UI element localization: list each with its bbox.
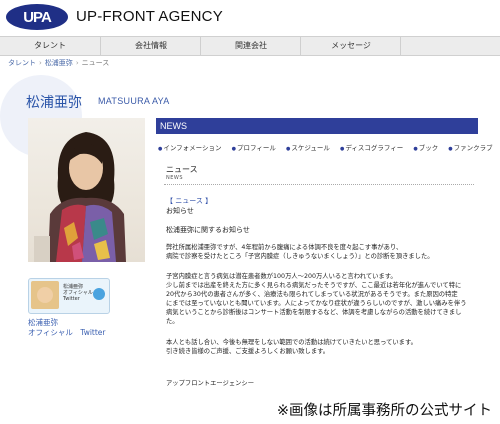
artist-photo bbox=[28, 118, 145, 262]
triangle-bullet-icon: ● bbox=[285, 146, 291, 152]
article-paragraph-2: 子宮内膜症と言う病気は潜在患者数が100万人〜200万人いると言われています。 … bbox=[166, 273, 467, 325]
nav-item-message[interactable]: メッセージ bbox=[300, 37, 401, 55]
triangle-bullet-icon: ● bbox=[339, 146, 345, 152]
artist-photo-illustration bbox=[34, 132, 126, 262]
artist-name-jp: 松浦亜弥 bbox=[26, 95, 82, 111]
article-paragraph-1: 弊社所属松浦亜弥ですが、4年程前から腹痛による体調不良を度々起こす事があり、 病… bbox=[166, 244, 434, 260]
breadcrumb-separator: › bbox=[39, 59, 42, 67]
breadcrumb: タレント › 松浦亜弥 › ニュース bbox=[8, 58, 109, 68]
nav-item-affiliates[interactable]: 関連会社 bbox=[200, 37, 301, 55]
twitter-banner[interactable]: 松浦亜弥 オフィシャル Twitter bbox=[28, 278, 110, 314]
triangle-bullet-icon: ● bbox=[448, 146, 453, 152]
nav-item-blank bbox=[400, 37, 500, 55]
subnav-item-information[interactable]: ●インフォメーション bbox=[158, 144, 226, 152]
subnav-item-book[interactable]: ●ブック bbox=[413, 144, 442, 152]
nav-item-talent[interactable]: タレント bbox=[0, 37, 100, 55]
avatar bbox=[37, 287, 53, 303]
article-signature: アップフロントエージェンシー bbox=[166, 380, 255, 387]
breadcrumb-talent[interactable]: タレント bbox=[8, 59, 36, 67]
subnav-item-fanclub[interactable]: ●ファンクラブ bbox=[448, 144, 496, 152]
subnav-item-discography[interactable]: ●ディスコグラフィー bbox=[340, 144, 407, 152]
triangle-bullet-icon: ● bbox=[158, 146, 163, 152]
subnav-item-profile[interactable]: ●プロフィール bbox=[232, 144, 280, 152]
section-subtitle: NEWS bbox=[166, 175, 184, 181]
news-header-bar: NEWS bbox=[156, 118, 478, 134]
section-title: ニュース bbox=[166, 165, 198, 174]
article-category-tag: 【 ニュース 】 bbox=[166, 197, 213, 205]
breadcrumb-artist[interactable]: 松浦亜弥 bbox=[45, 59, 73, 67]
divider bbox=[164, 184, 474, 185]
brand-name[interactable]: UP-FRONT AGENCY bbox=[76, 8, 223, 25]
artist-subnav: ●インフォメーション ●プロフィール ●スケジュール ●ディスコグラフィー ●ブ… bbox=[158, 142, 493, 152]
article-headline: お知らせ bbox=[166, 207, 194, 215]
brand-logo[interactable]: UPA bbox=[6, 4, 68, 30]
breadcrumb-separator: › bbox=[75, 59, 79, 67]
nav-item-company[interactable]: 会社情報 bbox=[100, 37, 201, 55]
site-header: UPA UP-FRONT AGENCY bbox=[0, 0, 500, 36]
article-paragraph-3: 本人とも話し合い、今後も無理をしない範囲での活動は続けていきたいと思っています。… bbox=[166, 339, 417, 355]
triangle-bullet-icon: ● bbox=[413, 146, 418, 152]
triangle-bullet-icon: ● bbox=[231, 146, 237, 152]
twitter-link[interactable]: 松浦亜弥 オフィシャル Twitter bbox=[28, 318, 106, 338]
artist-name-en: MATSUURA AYA bbox=[98, 96, 170, 106]
article-lead: 松浦亜弥に関するお知らせ bbox=[166, 226, 250, 234]
twitter-bird-icon bbox=[93, 288, 105, 300]
image-credit-caption: ※画像は所属事務所の公式サイト bbox=[274, 399, 494, 420]
main-nav: タレント 会社情報 関連会社 メッセージ bbox=[0, 36, 500, 56]
subnav-item-schedule[interactable]: ●スケジュール bbox=[286, 144, 334, 152]
twitter-thumbnail bbox=[31, 281, 59, 309]
breadcrumb-current: ニュース bbox=[81, 59, 110, 67]
